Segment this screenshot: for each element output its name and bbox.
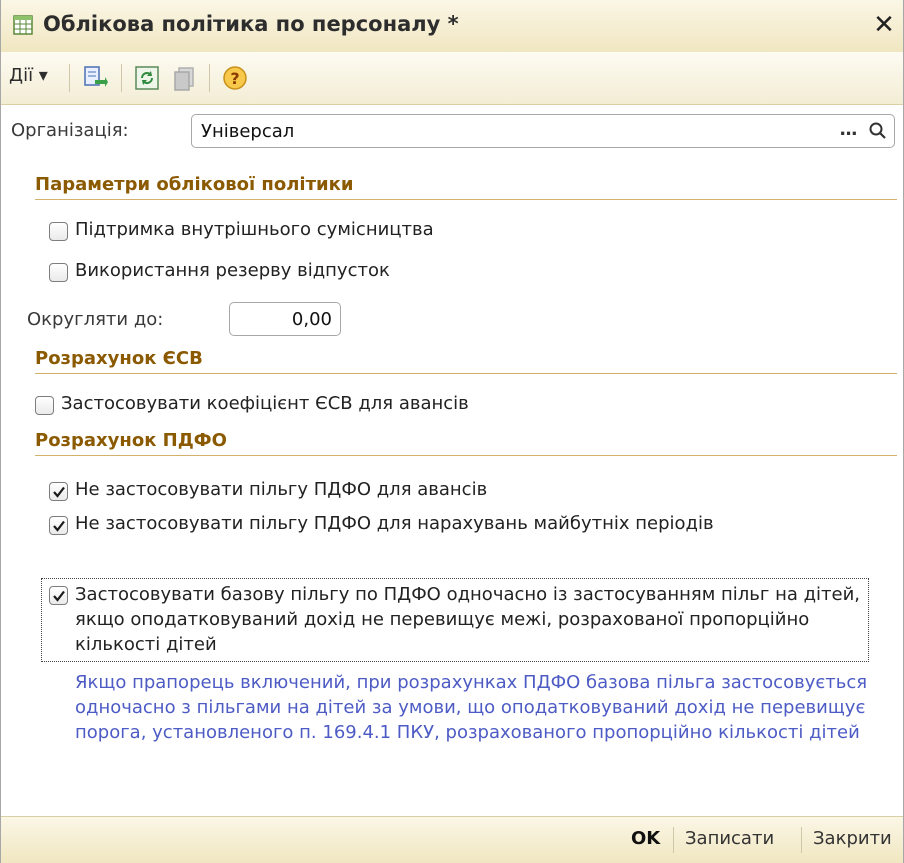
save-button[interactable]: Записати	[685, 828, 774, 849]
window-title: Облікова політика по персоналу *	[43, 12, 459, 36]
refresh-icon[interactable]	[133, 64, 161, 92]
toolbar-separator	[209, 64, 210, 92]
title-bar: Облікова політика по персоналу * ✕	[1, 0, 903, 53]
section-title-esv: Розрахунок ЄСВ	[35, 348, 203, 369]
search-icon	[869, 122, 886, 139]
organization-buttons: ...	[834, 117, 892, 145]
checkmark-icon	[53, 590, 65, 602]
select-organization-button[interactable]: ...	[834, 117, 862, 145]
checkbox-box[interactable]	[49, 586, 68, 605]
policy-window: Облікова політика по персоналу * ✕ Дії ▾…	[0, 0, 904, 863]
save-and-close-icon[interactable]	[81, 64, 109, 92]
rounding-value: 0,00	[291, 309, 332, 330]
checkbox-label: Не застосовувати пільгу ПДФО для нарахув…	[75, 513, 714, 534]
organization-label: Організація:	[11, 120, 129, 141]
rounding-input[interactable]: 0,00	[229, 302, 341, 336]
checkbox-label: Застосовувати коефіцієнт ЄСВ для авансів	[61, 393, 469, 414]
search-organization-button[interactable]	[864, 117, 892, 145]
checkbox-label: Використання резерву відпусток	[75, 260, 390, 281]
close-window-button[interactable]: ✕	[871, 10, 897, 40]
footer-bar: OK Записати Закрити	[1, 816, 903, 863]
section-divider	[35, 199, 897, 200]
section-title-accounting: Параметри облікової політики	[35, 174, 354, 195]
footer-separator	[673, 827, 674, 853]
section-divider	[35, 455, 897, 456]
checkbox-box[interactable]	[35, 396, 54, 415]
organization-value: Універсал	[201, 121, 295, 142]
close-button[interactable]: Закрити	[813, 828, 892, 849]
toolbar: Дії ▾ ?	[1, 52, 903, 105]
help-icon[interactable]: ?	[221, 64, 249, 92]
checkbox-box[interactable]	[49, 263, 68, 282]
toolbar-separator	[121, 64, 122, 92]
ok-button[interactable]: OK	[631, 828, 660, 849]
copy-icon[interactable]	[171, 64, 199, 92]
table-icon	[13, 15, 33, 35]
section-title-pdfo: Розрахунок ПДФО	[35, 430, 227, 451]
rounding-label: Округляти до:	[27, 309, 164, 330]
checkmark-icon	[53, 520, 65, 532]
checkbox-box[interactable]	[49, 482, 68, 501]
checkbox-box[interactable]	[49, 516, 68, 535]
base-benefit-with-children-checkbox[interactable]	[49, 586, 69, 606]
checkmark-icon	[53, 486, 65, 498]
checkbox-box[interactable]	[49, 222, 68, 241]
checkbox-label: Не застосовувати пільгу ПДФО для авансів	[75, 479, 488, 500]
hint-text: Якщо прапорець включений, при розрахунка…	[75, 672, 868, 743]
svg-text:?: ?	[230, 69, 239, 88]
organization-field[interactable]: Універсал ...	[191, 114, 895, 148]
actions-menu[interactable]: Дії ▾	[9, 65, 48, 86]
section-divider	[35, 373, 897, 374]
checkbox-label: Підтримка внутрішнього сумісництва	[75, 219, 434, 240]
base-benefit-checkbox-label[interactable]: Застосовувати базову пільгу по ПДФО одно…	[75, 582, 865, 657]
footer-separator	[801, 827, 802, 853]
toolbar-separator	[69, 64, 70, 92]
